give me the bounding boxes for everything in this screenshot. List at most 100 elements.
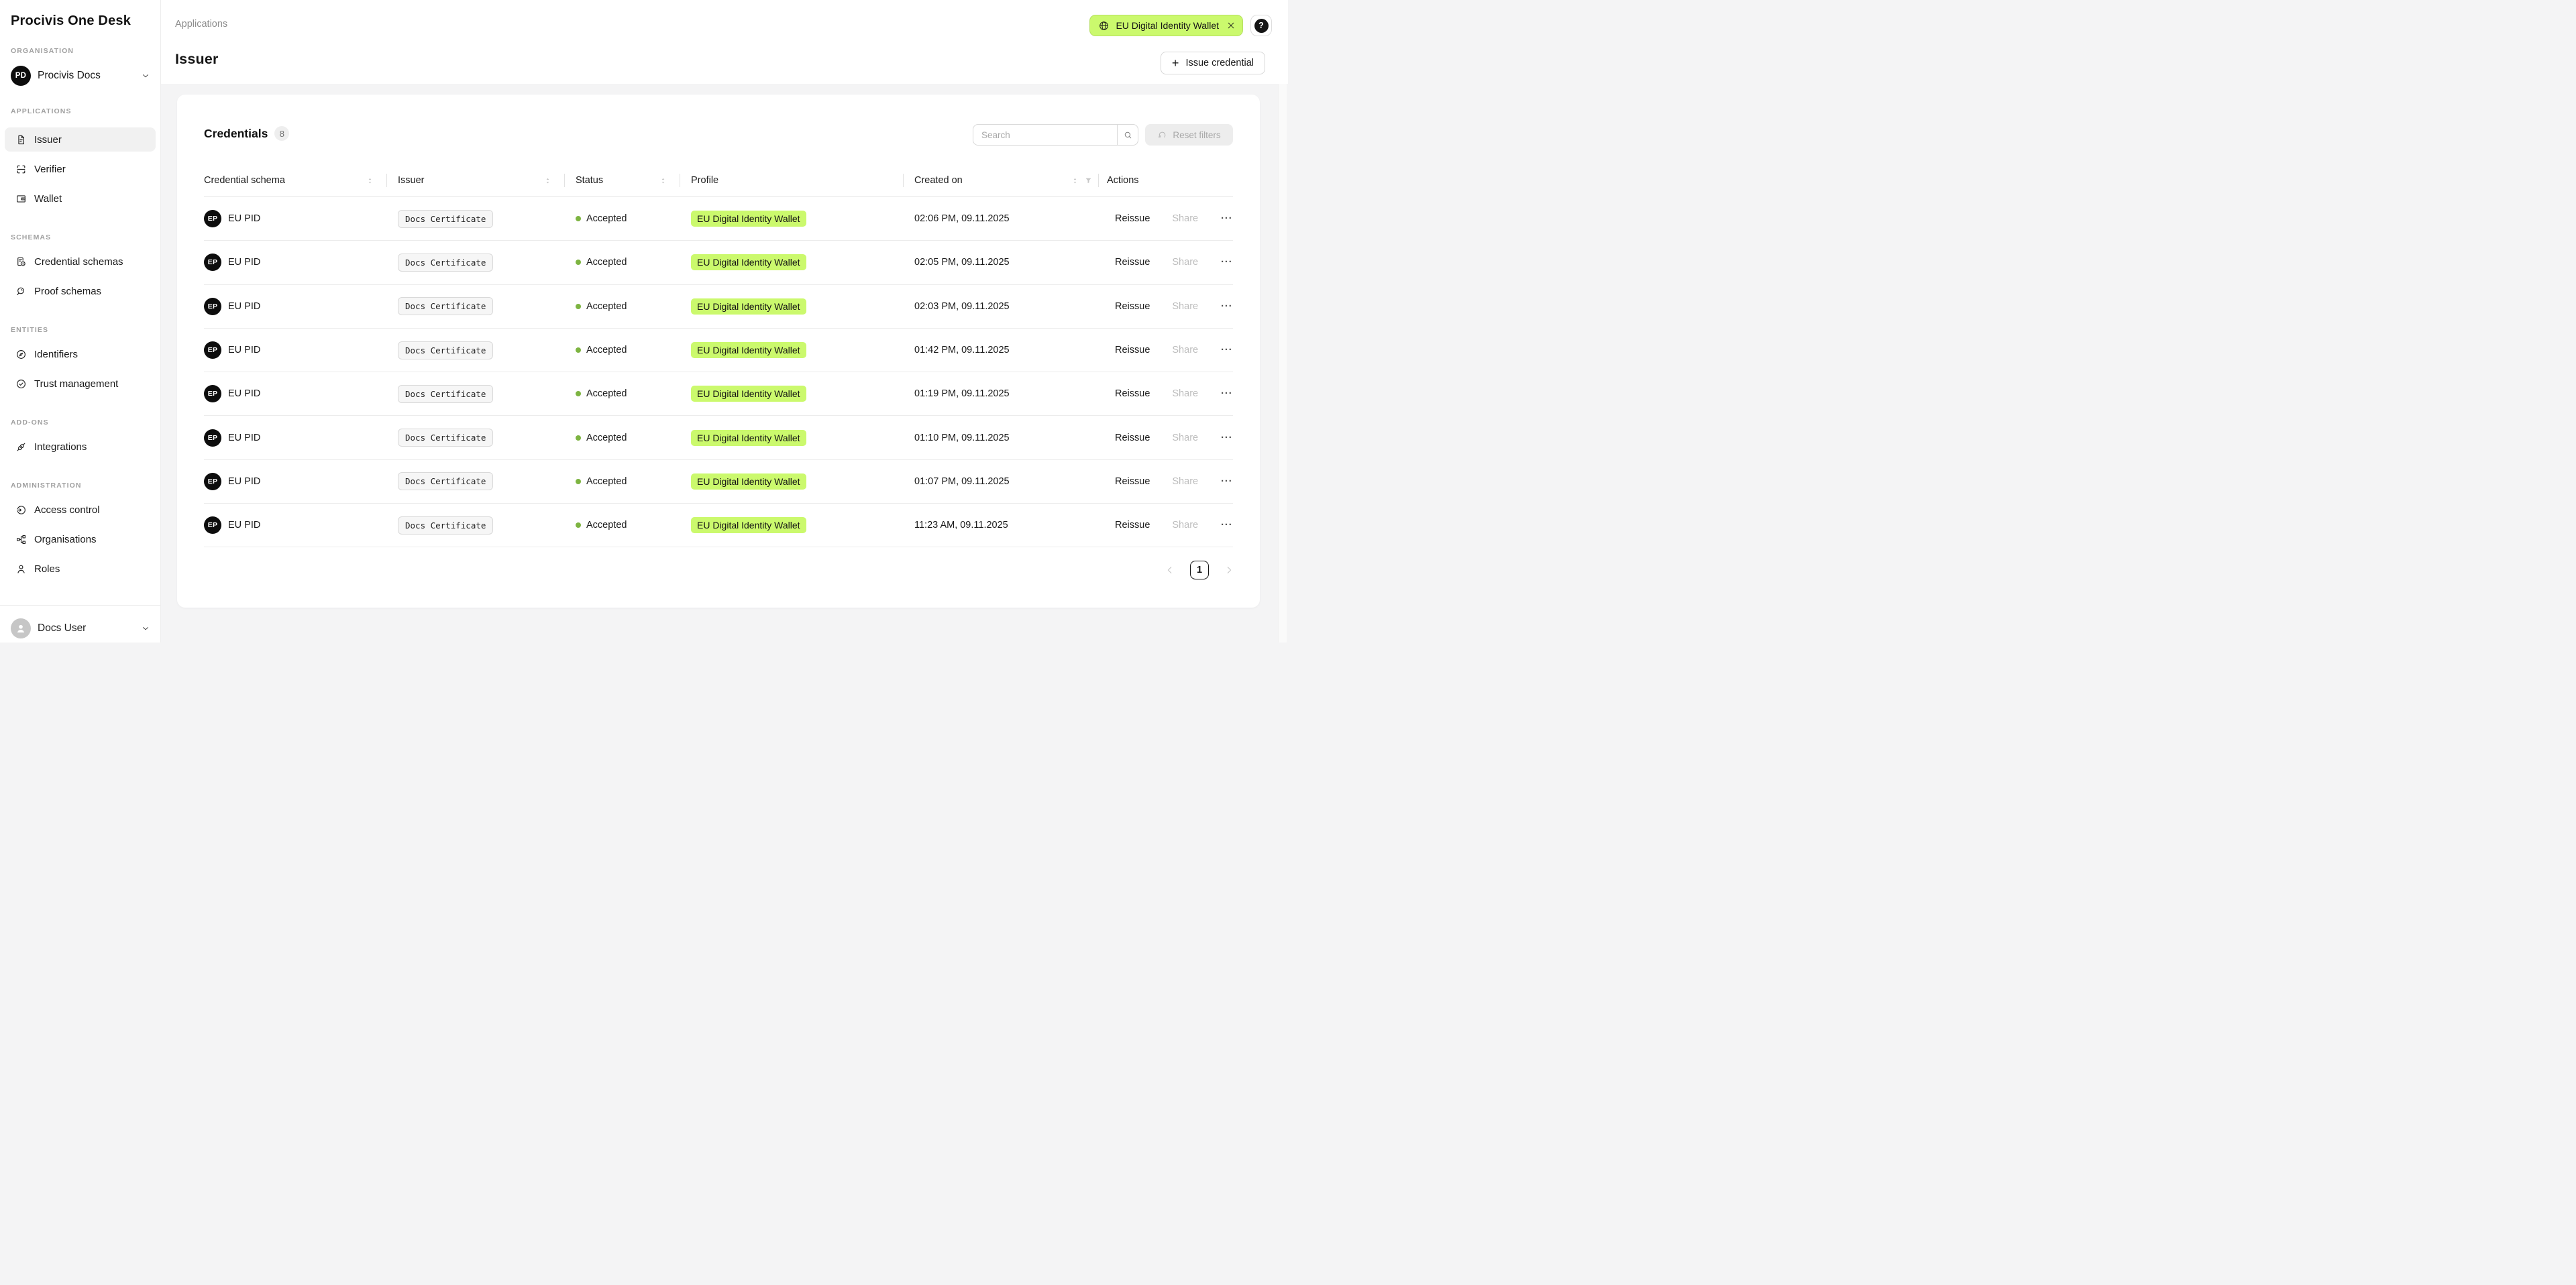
more-actions-icon[interactable]: ··· xyxy=(1221,520,1233,530)
column-header-status[interactable]: Status xyxy=(564,164,680,197)
search-box xyxy=(973,124,1138,146)
question-icon: ? xyxy=(1254,19,1269,33)
table-row: EP EU PID Docs Certificate Accepted EU D… xyxy=(204,241,1233,284)
more-actions-icon[interactable]: ··· xyxy=(1221,257,1233,268)
sidebar-section: ADD-ONS Integrations xyxy=(5,418,156,459)
profile-tag: EU Digital Identity Wallet xyxy=(691,211,806,227)
created-on-value: 02:06 PM, 09.11.2025 xyxy=(914,213,1010,224)
column-header-profile[interactable]: Profile xyxy=(680,164,903,197)
sort-icon[interactable] xyxy=(659,176,667,185)
issuer-tag: Docs Certificate xyxy=(398,429,493,447)
sidebar-section-label: APPLICATIONS xyxy=(11,107,156,117)
share-action[interactable]: Share xyxy=(1172,301,1198,312)
sidebar-section-label: ADMINISTRATION xyxy=(11,482,156,491)
sort-icon[interactable] xyxy=(1071,176,1079,185)
share-action[interactable]: Share xyxy=(1172,257,1198,268)
sidebar-section-label: SCHEMAS xyxy=(11,233,156,243)
status-dot xyxy=(576,435,581,441)
reissue-action[interactable]: Reissue xyxy=(1115,388,1150,399)
credentials-title: Credentials xyxy=(204,127,268,141)
status-dot xyxy=(576,304,581,309)
table-body: EP EU PID Docs Certificate Accepted EU D… xyxy=(204,197,1233,547)
column-header-issuer[interactable]: Issuer xyxy=(386,164,564,197)
scrollbar-track[interactable] xyxy=(1278,84,1287,642)
sidebar-item-verifier[interactable]: Verifier xyxy=(5,157,156,181)
more-actions-icon[interactable]: ··· xyxy=(1221,388,1233,399)
sidebar-item-integrations[interactable]: Integrations xyxy=(5,435,156,459)
column-header-credential-schema[interactable]: Credential schema xyxy=(204,164,386,197)
created-on-value: 01:42 PM, 09.11.2025 xyxy=(914,345,1010,355)
chevron-right-icon[interactable] xyxy=(1224,565,1234,575)
status-text: Accepted xyxy=(586,301,627,312)
column-header-created-on[interactable]: Created on xyxy=(903,164,1098,197)
credential-schema-avatar: EP xyxy=(204,385,221,402)
created-on-value: 11:23 AM, 09.11.2025 xyxy=(914,520,1008,530)
search-icon[interactable] xyxy=(1117,125,1138,145)
share-action[interactable]: Share xyxy=(1172,345,1198,355)
share-action[interactable]: Share xyxy=(1172,213,1198,224)
sidebar-item-wallet[interactable]: Wallet xyxy=(5,186,156,211)
sidebar-item-roles[interactable]: Roles xyxy=(5,557,156,581)
sidebar-item-proof-schemas[interactable]: Proof schemas xyxy=(5,279,156,303)
share-action[interactable]: Share xyxy=(1172,520,1198,530)
reissue-action[interactable]: Reissue xyxy=(1115,433,1150,443)
sidebar-section: APPLICATIONS Issuer Verifier Wallet xyxy=(5,107,156,211)
user-menu[interactable]: Docs User xyxy=(0,616,161,640)
sort-icon[interactable] xyxy=(543,176,552,185)
reissue-action[interactable]: Reissue xyxy=(1115,301,1150,312)
sidebar-section-label: ENTITIES xyxy=(11,326,156,335)
sort-icon[interactable] xyxy=(366,176,374,185)
pagination: 1 xyxy=(1165,558,1234,582)
table-row: EP EU PID Docs Certificate Accepted EU D… xyxy=(204,460,1233,504)
reissue-action[interactable]: Reissue xyxy=(1115,257,1150,268)
reissue-action[interactable]: Reissue xyxy=(1115,520,1150,530)
sidebar-item-access-control[interactable]: Access control xyxy=(5,498,156,522)
sidebar-item-trust-management[interactable]: Trust management xyxy=(5,372,156,396)
column-header-actions[interactable]: Actions xyxy=(1098,164,1233,197)
status-text: Accepted xyxy=(586,520,627,530)
chevron-left-icon[interactable] xyxy=(1165,565,1175,575)
created-on-value: 01:07 PM, 09.11.2025 xyxy=(914,476,1010,487)
table-row: EP EU PID Docs Certificate Accepted EU D… xyxy=(204,416,1233,459)
status-text: Accepted xyxy=(586,476,627,487)
more-actions-icon[interactable]: ··· xyxy=(1221,433,1233,443)
search-input[interactable] xyxy=(973,125,1117,145)
sidebar-item-identifiers[interactable]: Identifiers xyxy=(5,342,156,366)
more-actions-icon[interactable]: ··· xyxy=(1221,345,1233,355)
credential-schema-name: EU PID xyxy=(228,345,260,355)
sidebar-item-credential-schemas[interactable]: Credential schemas xyxy=(5,249,156,274)
more-actions-icon[interactable]: ··· xyxy=(1221,476,1233,487)
share-action[interactable]: Share xyxy=(1172,388,1198,399)
more-actions-icon[interactable]: ··· xyxy=(1221,301,1233,312)
sidebar-section: ADMINISTRATION Access control Organisati… xyxy=(5,482,156,581)
table-row: EP EU PID Docs Certificate Accepted EU D… xyxy=(204,285,1233,329)
reissue-action[interactable]: Reissue xyxy=(1115,476,1150,487)
help-button[interactable]: ? xyxy=(1250,15,1272,36)
credential-schema-name: EU PID xyxy=(228,476,260,487)
reissue-action[interactable]: Reissue xyxy=(1115,213,1150,224)
sidebar-item-organisations[interactable]: Organisations xyxy=(5,527,156,551)
status-dot xyxy=(576,347,581,353)
filter-icon[interactable] xyxy=(1084,176,1093,185)
sidebar-section: ENTITIES Identifiers Trust management xyxy=(5,326,156,396)
profile-tag: EU Digital Identity Wallet xyxy=(691,473,806,490)
login-arrow-icon xyxy=(15,504,27,516)
profile-tag: EU Digital Identity Wallet xyxy=(691,517,806,533)
more-actions-icon[interactable]: ··· xyxy=(1221,213,1233,224)
share-action[interactable]: Share xyxy=(1172,433,1198,443)
wallet-icon xyxy=(15,193,27,205)
sidebar-item-issuer[interactable]: Issuer xyxy=(5,127,156,152)
credentials-table: Credential schema Issuer Status Profile … xyxy=(204,164,1233,547)
table-row: EP EU PID Docs Certificate Accepted EU D… xyxy=(204,329,1233,372)
status-dot xyxy=(576,522,581,528)
credential-schema-name: EU PID xyxy=(228,520,260,530)
issue-credential-button[interactable]: + Issue credential xyxy=(1161,52,1265,74)
close-icon[interactable] xyxy=(1226,21,1236,30)
reset-filters-button[interactable]: Reset filters xyxy=(1145,124,1233,146)
user-avatar xyxy=(11,618,31,638)
share-action[interactable]: Share xyxy=(1172,476,1198,487)
reissue-action[interactable]: Reissue xyxy=(1115,345,1150,355)
credential-schema-name: EU PID xyxy=(228,257,260,268)
context-chip-eu-digital-identity-wallet[interactable]: EU Digital Identity Wallet xyxy=(1089,15,1243,36)
page-number-button[interactable]: 1 xyxy=(1190,561,1209,579)
